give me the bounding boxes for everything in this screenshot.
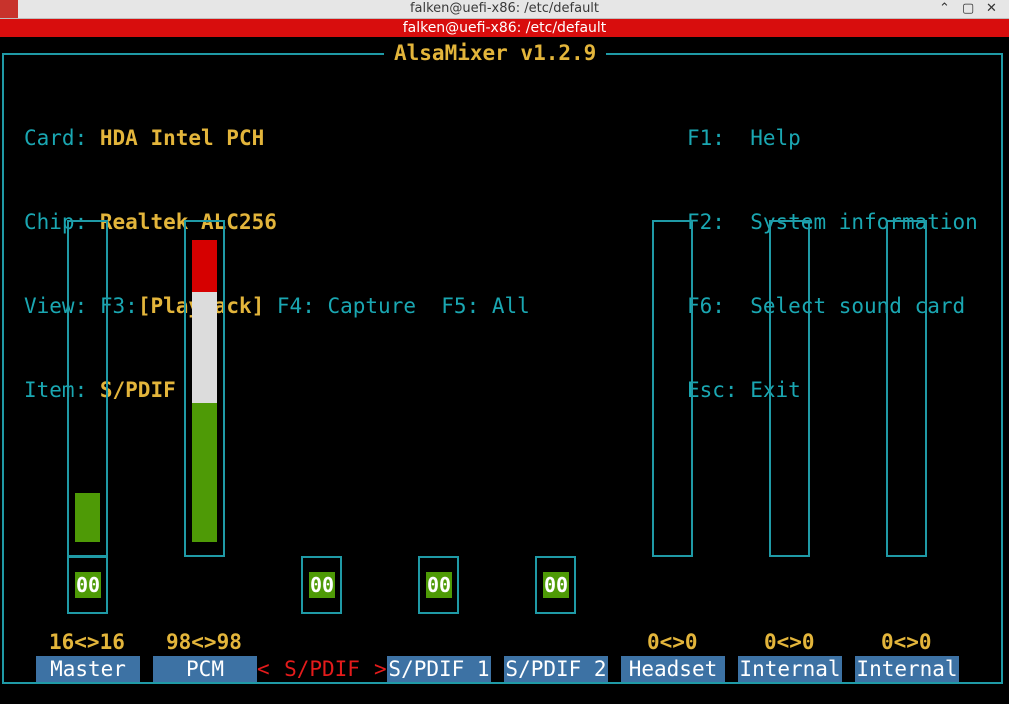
minimize-icon[interactable]: ⌃ <box>939 0 950 18</box>
mute-toggle-spdif-1[interactable]: 00 <box>418 556 459 614</box>
volume-fill <box>75 493 100 542</box>
channel-value-headset: 0<>0 <box>647 630 698 654</box>
tab-title: falken@uefi-x86: /etc/default <box>402 20 607 36</box>
card-label: Card: <box>24 126 88 150</box>
mute-toggle-spdif[interactable]: 00 <box>301 556 342 614</box>
channel-label-pcm[interactable]: PCM <box>153 656 257 682</box>
channel-label-headset[interactable]: Headset <box>621 656 725 682</box>
mute-toggle-spdif-2[interactable]: 00 <box>535 556 576 614</box>
channel-label-spdif[interactable]: S/PDIF <box>270 656 374 682</box>
selection-marker-right: > <box>374 657 387 681</box>
window-titlebar: falken@uefi-x86: /etc/default ⌃ ▢ ✕ <box>0 0 1009 19</box>
item-value: S/PDIF <box>99 378 176 402</box>
channel-bar-master[interactable] <box>67 220 108 557</box>
terminal-tab[interactable]: falken@uefi-x86: /etc/default <box>0 19 1009 37</box>
help-key: Esc: <box>687 378 738 402</box>
help-key: F1: <box>687 126 725 150</box>
selection-marker-left: < <box>257 657 270 681</box>
channel-label-internal-2[interactable]: Internal <box>855 656 959 682</box>
maximize-icon[interactable]: ▢ <box>962 0 974 18</box>
mute-toggle-master[interactable]: 00 <box>67 556 108 614</box>
view-capture[interactable]: F4: Capture <box>277 294 416 318</box>
channel-bar-internal[interactable] <box>769 220 810 557</box>
channel-value-internal-2: 0<>0 <box>881 630 932 654</box>
channel-label-master[interactable]: Master <box>36 656 140 682</box>
channel-bar-pcm[interactable] <box>184 220 225 557</box>
channel-value-internal: 0<>0 <box>764 630 815 654</box>
help-label[interactable]: Help <box>750 126 801 150</box>
window-title: falken@uefi-x86: /etc/default <box>409 1 600 16</box>
channel-label-spdif-2[interactable]: S/PDIF 2 <box>504 656 608 682</box>
channel-value-master: 16<>16 <box>49 630 125 654</box>
channel-bar-internal-2[interactable] <box>886 220 927 557</box>
channel-value-pcm: 98<>98 <box>166 630 242 654</box>
help-panel: F1: Help F2: System information F6: Sele… <box>687 68 978 460</box>
channel-label-internal[interactable]: Internal <box>738 656 842 682</box>
app-icon[interactable] <box>0 0 18 18</box>
terminal-area[interactable]: AlsaMixer v1.2.9 Card: HDA Intel PCH Chi… <box>0 37 1009 704</box>
channel-bar-headset[interactable] <box>652 220 693 557</box>
card-value: HDA Intel PCH <box>99 126 265 150</box>
close-icon[interactable]: ✕ <box>986 0 997 18</box>
view-all[interactable]: F5: All <box>441 294 530 318</box>
mixer-title: AlsaMixer v1.2.9 <box>384 40 607 66</box>
channel-label-spdif-1[interactable]: S/PDIF 1 <box>387 656 491 682</box>
volume-fill <box>192 240 217 542</box>
